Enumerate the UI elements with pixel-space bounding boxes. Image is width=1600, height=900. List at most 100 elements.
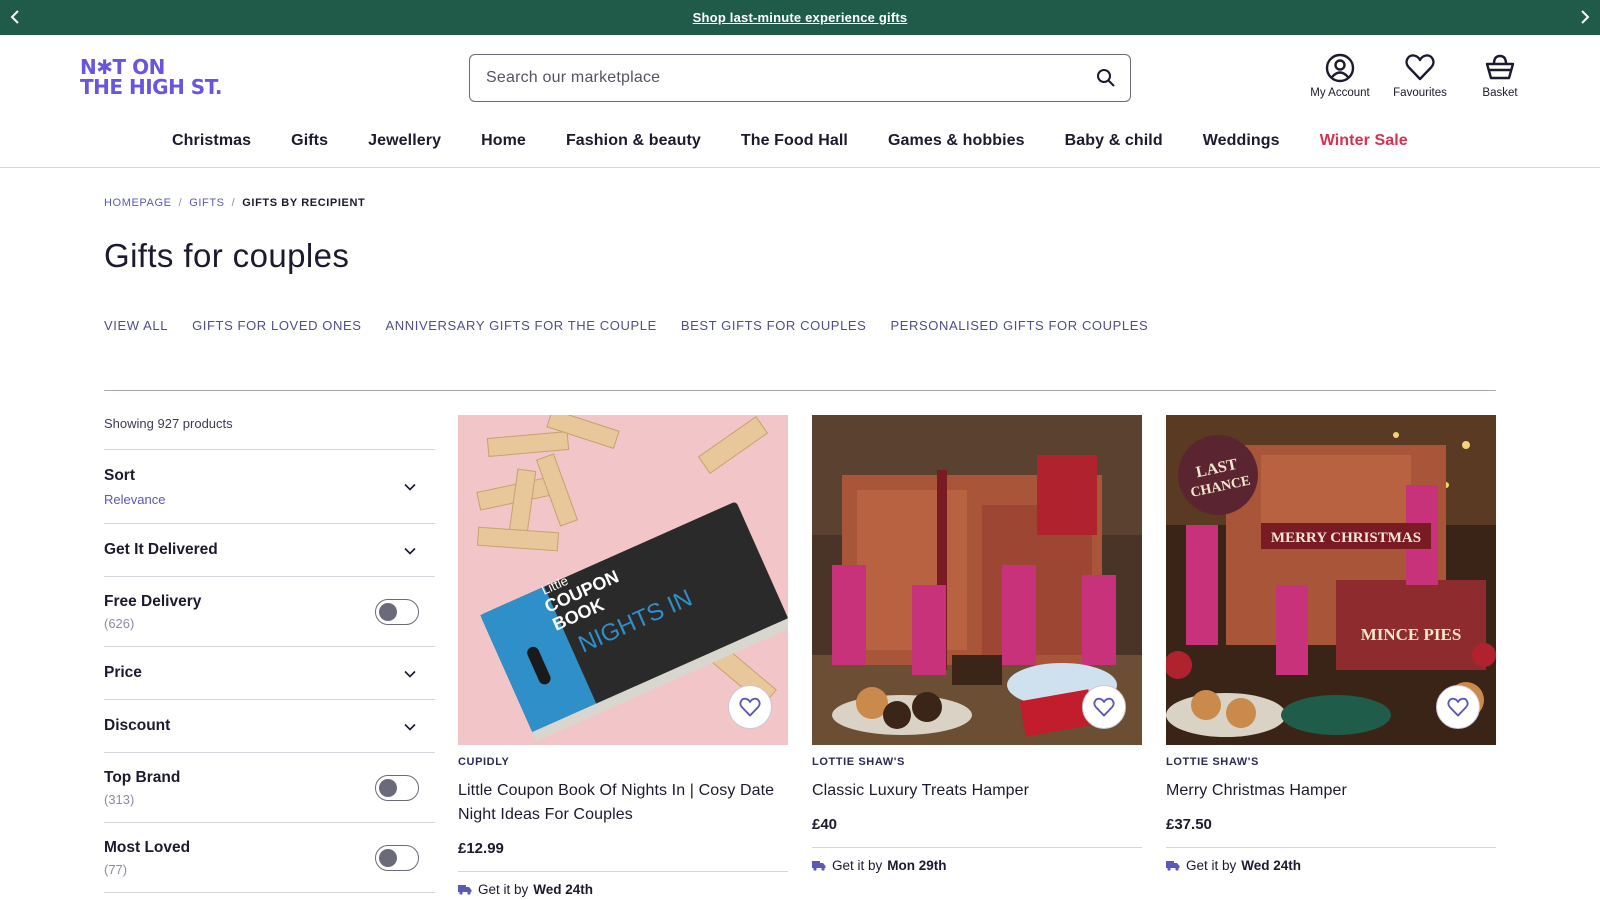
toggle-knob — [379, 603, 397, 621]
sort-filter[interactable]: Sort Relevance — [104, 450, 435, 524]
product-card[interactable]: LOTTIE SHAW'S Classic Luxury Treats Hamp… — [812, 415, 1142, 873]
basket-button[interactable]: Basket — [1460, 53, 1540, 103]
most-loved-title: Most Loved — [104, 839, 191, 856]
delivery-van-icon — [1166, 861, 1180, 871]
sort-value: Relevance — [104, 492, 166, 507]
site-logo[interactable]: N✱T ON THE HIGH ST. — [80, 57, 240, 99]
filter-sidebar: Showing 927 products Sort Relevance Get … — [104, 410, 435, 893]
account-icon — [1325, 53, 1355, 83]
search-input[interactable] — [486, 55, 1066, 101]
product-brand[interactable]: LOTTIE SHAW'S — [1166, 756, 1259, 768]
nav-item-home[interactable]: Home — [481, 132, 526, 150]
nav-item-winter-sale[interactable]: Winter Sale — [1320, 132, 1408, 150]
breadcrumb-separator: / — [178, 197, 183, 209]
product-name[interactable]: Little Coupon Book Of Nights In | Cosy D… — [458, 779, 778, 827]
free-delivery-title: Free Delivery — [104, 593, 202, 610]
breadcrumb-homepage[interactable]: HOMEPAGE — [104, 197, 172, 209]
product-card[interactable]: LAST CHANCE MERRY CHRISTMAS MINCE PIES L… — [1166, 415, 1496, 873]
free-delivery-toggle[interactable] — [375, 599, 419, 625]
product-brand[interactable]: LOTTIE SHAW'S — [812, 756, 905, 768]
delivery-date: Wed 24th — [1241, 858, 1302, 873]
nav-item-gifts[interactable]: Gifts — [291, 132, 328, 150]
toggle-knob — [379, 779, 397, 797]
delivery-prefix: Get it by — [832, 858, 883, 873]
promo-link[interactable]: Shop last-minute experience gifts — [0, 10, 1600, 25]
page-title: Gifts for couples — [104, 237, 350, 274]
product-brand[interactable]: CUPIDLY — [458, 756, 509, 768]
nav-item-jewellery[interactable]: Jewellery — [368, 132, 441, 150]
basket-label: Basket — [1482, 87, 1518, 99]
delivery-estimate: Get it by Wed 24th — [458, 882, 593, 897]
heart-icon — [1447, 697, 1469, 717]
delivery-estimate: Get it by Mon 29th — [812, 858, 947, 873]
breadcrumb-gifts[interactable]: GIFTS — [189, 197, 224, 209]
nav-item-fashion-beauty[interactable]: Fashion & beauty — [566, 132, 701, 150]
discount-filter[interactable]: Discount — [104, 700, 435, 753]
favourite-button[interactable] — [1436, 685, 1480, 729]
subcategory-view-all[interactable]: VIEW ALL — [104, 318, 168, 333]
my-account-button[interactable]: My Account — [1300, 53, 1380, 103]
logo-line-1: N✱T ON — [80, 55, 165, 79]
product-name[interactable]: Merry Christmas Hamper — [1166, 779, 1486, 803]
subcategory-best-gifts[interactable]: BEST GIFTS FOR COUPLES — [681, 318, 867, 333]
price-title: Price — [104, 664, 142, 681]
favourites-label: Favourites — [1393, 87, 1447, 99]
subcategory-loved-ones[interactable]: GIFTS FOR LOVED ONES — [192, 318, 361, 333]
top-brand-count: (313) — [104, 792, 135, 807]
product-name[interactable]: Classic Luxury Treats Hamper — [812, 779, 1132, 803]
delivery-date: Wed 24th — [533, 882, 594, 897]
top-brand-toggle[interactable] — [375, 775, 419, 801]
main-navigation: Christmas Gifts Jewellery Home Fashion &… — [0, 118, 1600, 168]
nav-item-games-hobbies[interactable]: Games & hobbies — [888, 132, 1025, 150]
sort-title: Sort — [104, 467, 135, 484]
chevron-right-icon[interactable] — [1577, 9, 1593, 25]
nav-item-food-hall[interactable]: The Food Hall — [741, 132, 848, 150]
chevron-down-icon — [404, 483, 416, 491]
divider — [458, 871, 788, 872]
favourite-button[interactable] — [728, 685, 772, 729]
mince-pies-text: MINCE PIES — [1361, 625, 1462, 644]
product-card[interactable]: Little COUPON BOOK NIGHTS IN CUPIDLY Lit… — [458, 415, 788, 897]
delivery-van-icon — [458, 885, 472, 895]
free-delivery-count: (626) — [104, 616, 135, 631]
most-loved-count: (77) — [104, 862, 128, 877]
discount-title: Discount — [104, 717, 171, 734]
toggle-knob — [379, 849, 397, 867]
product-price: £37.50 — [1166, 816, 1212, 833]
nav-item-christmas[interactable]: Christmas — [172, 132, 251, 150]
search-bar — [469, 54, 1131, 102]
product-price: £12.99 — [458, 840, 504, 857]
nav-item-weddings[interactable]: Weddings — [1203, 132, 1280, 150]
favourites-button[interactable]: Favourites — [1380, 53, 1460, 103]
chevron-down-icon — [404, 547, 416, 555]
free-delivery-filter: Free Delivery (626) — [104, 577, 435, 647]
get-it-delivered-filter[interactable]: Get It Delivered — [104, 524, 435, 577]
subcategory-personalised[interactable]: PERSONALISED GIFTS FOR COUPLES — [890, 318, 1148, 333]
delivery-date: Mon 29th — [887, 858, 947, 873]
delivery-estimate: Get it by Wed 24th — [1166, 858, 1301, 873]
get-it-delivered-title: Get It Delivered — [104, 541, 218, 558]
most-loved-filter: Most Loved (77) — [104, 823, 435, 893]
product-count: Showing 927 products — [104, 410, 435, 450]
promo-bar: Shop last-minute experience gifts — [0, 0, 1600, 35]
my-account-label: My Account — [1310, 87, 1370, 99]
nav-item-baby-child[interactable]: Baby & child — [1065, 132, 1163, 150]
search-icon[interactable] — [1096, 68, 1116, 88]
most-loved-toggle[interactable] — [375, 845, 419, 871]
subcategory-links: VIEW ALL GIFTS FOR LOVED ONES ANNIVERSAR… — [104, 318, 1172, 333]
delivery-prefix: Get it by — [1186, 858, 1237, 873]
basket-icon — [1485, 54, 1515, 80]
price-filter[interactable]: Price — [104, 647, 435, 700]
chevron-down-icon — [404, 670, 416, 678]
product-image[interactable] — [812, 415, 1142, 745]
breadcrumb-separator: / — [231, 197, 236, 209]
favourite-button[interactable] — [1082, 685, 1126, 729]
section-divider — [104, 390, 1496, 391]
top-brand-filter: Top Brand (313) — [104, 753, 435, 823]
chevron-down-icon — [404, 723, 416, 731]
breadcrumb: HOMEPAGE / GIFTS / GIFTS BY RECIPIENT — [104, 197, 365, 209]
product-image[interactable]: LAST CHANCE MERRY CHRISTMAS MINCE PIES — [1166, 415, 1496, 745]
subcategory-anniversary[interactable]: ANNIVERSARY GIFTS FOR THE COUPLE — [386, 318, 657, 333]
product-image[interactable]: Little COUPON BOOK NIGHTS IN — [458, 415, 788, 745]
breadcrumb-current: GIFTS BY RECIPIENT — [242, 197, 366, 209]
